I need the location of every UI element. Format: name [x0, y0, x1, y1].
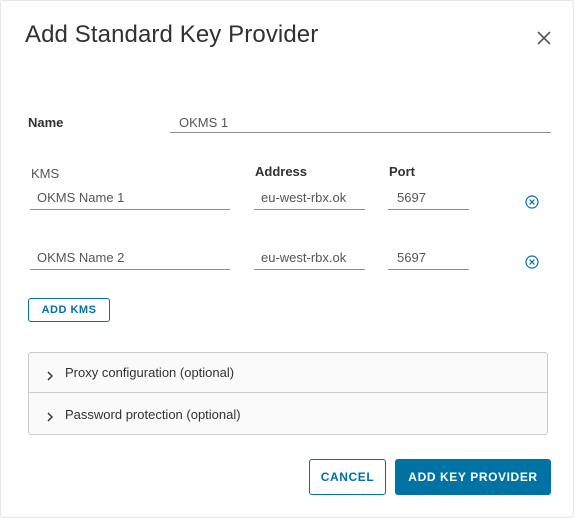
- password-protection-label: Password protection (optional): [65, 406, 241, 422]
- add-key-provider-button[interactable]: ADD KEY PROVIDER: [395, 459, 551, 495]
- name-input[interactable]: OKMS 1: [170, 113, 551, 133]
- kms-name-input[interactable]: OKMS Name 1: [30, 188, 230, 210]
- kms-address-input[interactable]: eu-west-rbx.ok: [254, 188, 365, 210]
- kms-port-input[interactable]: 5697: [388, 188, 469, 210]
- dialog-title: Add Standard Key Provider: [25, 21, 319, 48]
- chevron-right-icon: [45, 409, 55, 422]
- add-key-provider-dialog: Add Standard Key Provider Name OKMS 1 KM…: [0, 0, 574, 518]
- kms-port-input[interactable]: 5697: [388, 248, 469, 270]
- kms-name-input[interactable]: OKMS Name 2: [30, 248, 230, 270]
- close-icon[interactable]: [535, 29, 553, 47]
- address-column-header: Address: [255, 164, 308, 179]
- kms-column-header: KMS: [31, 166, 60, 181]
- proxy-configuration-label: Proxy configuration (optional): [65, 365, 235, 380]
- chevron-right-icon: [45, 368, 55, 380]
- cancel-button[interactable]: CANCEL: [309, 459, 386, 495]
- remove-circle-icon[interactable]: [525, 195, 539, 209]
- password-protection-panel[interactable]: Password protection (optional): [29, 394, 547, 434]
- options-accordion: Proxy configuration (optional) Password …: [28, 352, 548, 435]
- port-column-header: Port: [389, 164, 415, 179]
- name-label: Name: [28, 115, 64, 130]
- kms-address-input[interactable]: eu-west-rbx.ok: [254, 248, 365, 270]
- add-kms-button[interactable]: ADD KMS: [28, 298, 110, 322]
- remove-circle-icon[interactable]: [525, 255, 539, 269]
- proxy-configuration-panel[interactable]: Proxy configuration (optional): [29, 353, 547, 393]
